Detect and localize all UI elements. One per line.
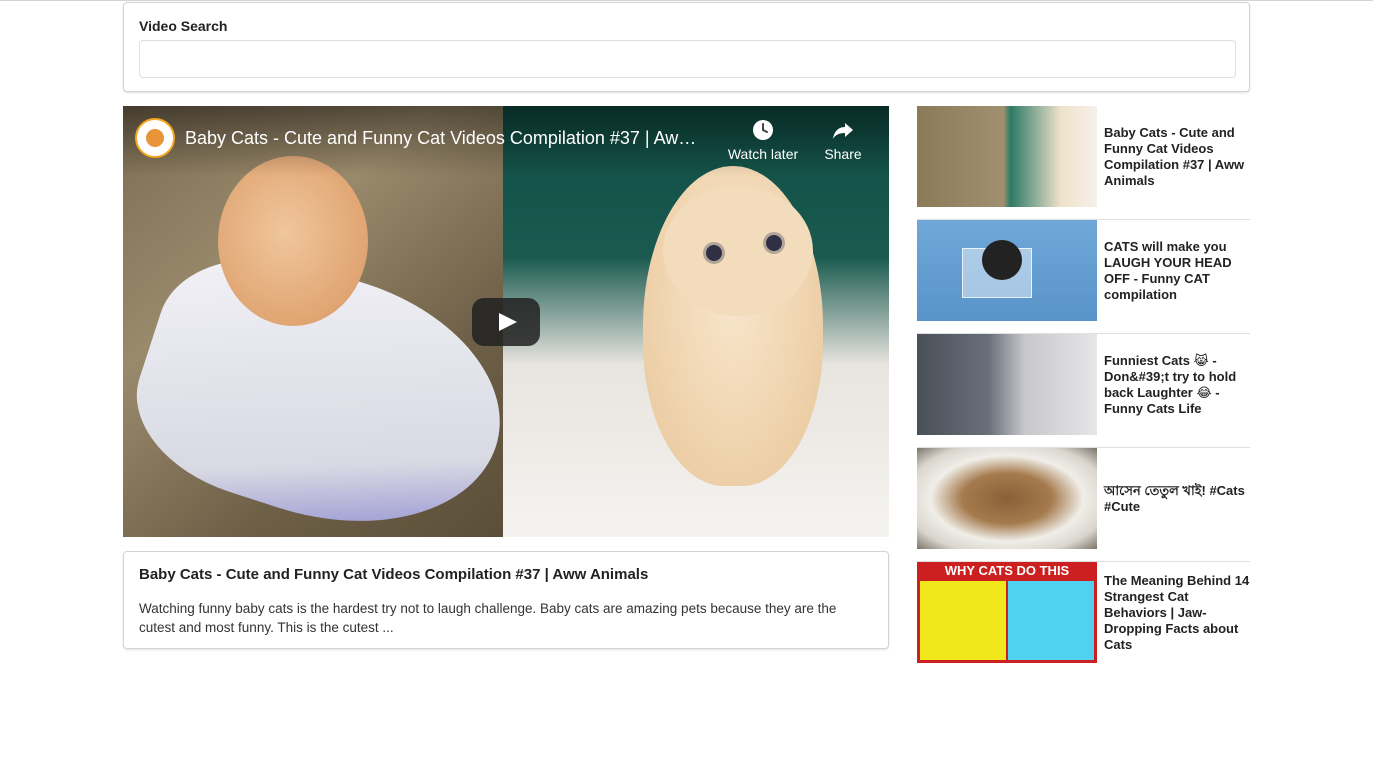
video-list-item[interactable]: Baby Cats - Cute and Funny Cat Videos Co… — [917, 106, 1250, 220]
video-thumbnail[interactable]: WHY CATS DO THIS — [917, 562, 1097, 663]
video-list: Baby Cats - Cute and Funny Cat Videos Co… — [917, 106, 1250, 676]
kitten-eye-left — [703, 242, 725, 264]
top-border — [0, 0, 1373, 1]
kitten-eye-right — [763, 232, 785, 254]
video-list-item-title[interactable]: Baby Cats - Cute and Funny Cat Videos Co… — [1104, 106, 1250, 207]
search-label: Video Search — [139, 18, 228, 34]
video-list-item[interactable]: আসেন তেতুল খাই! #Cats #Cute — [917, 448, 1250, 562]
play-icon[interactable] — [472, 298, 540, 346]
kitten-image-left — [218, 156, 368, 326]
thumbnail-panel-right — [1008, 581, 1094, 660]
video-thumbnail[interactable] — [917, 220, 1097, 321]
search-bar-card: Video Search — [123, 2, 1250, 92]
channel-avatar[interactable] — [135, 118, 175, 158]
share-label: Share — [824, 146, 862, 162]
video-list-item-title[interactable]: The Meaning Behind 14 Strangest Cat Beha… — [1104, 562, 1250, 663]
watch-later-label: Watch later — [727, 146, 799, 162]
search-input[interactable] — [139, 40, 1236, 78]
video-detail-description: Watching funny baby cats is the hardest … — [139, 601, 837, 635]
thumbnail-banner-text: WHY CATS DO THIS — [944, 563, 1070, 578]
video-list-item-title[interactable]: CATS will make you LAUGH YOUR HEAD OFF -… — [1104, 220, 1250, 321]
player-video-title[interactable]: Baby Cats - Cute and Funny Cat Videos Co… — [185, 128, 705, 149]
cat-image — [982, 240, 1022, 280]
video-list-item-title[interactable]: আসেন তেতুল খাই! #Cats #Cute — [1104, 448, 1250, 549]
video-list-item[interactable]: WHY CATS DO THIS The Meaning Behind 14 S… — [917, 562, 1250, 676]
video-list-item[interactable]: Funniest Cats 😹 - Don&#39;t try to hold … — [917, 334, 1250, 448]
video-player[interactable]: Baby Cats - Cute and Funny Cat Videos Co… — [123, 106, 889, 537]
video-list-item[interactable]: CATS will make you LAUGH YOUR HEAD OFF -… — [917, 220, 1250, 334]
kitten-face — [663, 186, 813, 316]
video-thumbnail[interactable] — [917, 448, 1097, 549]
share-button[interactable]: Share — [819, 118, 867, 162]
video-detail-card: Baby Cats - Cute and Funny Cat Videos Co… — [123, 551, 889, 649]
watch-later-button[interactable]: Watch later — [723, 118, 803, 162]
thumbnail-panel-left — [920, 581, 1006, 660]
share-icon — [833, 123, 853, 139]
video-list-item-title[interactable]: Funniest Cats 😹 - Don&#39;t try to hold … — [1104, 334, 1250, 435]
video-detail-title: Baby Cats - Cute and Funny Cat Videos Co… — [139, 566, 649, 583]
video-thumbnail[interactable] — [917, 334, 1097, 435]
video-thumbnail[interactable] — [917, 106, 1097, 207]
clock-icon — [753, 120, 773, 140]
